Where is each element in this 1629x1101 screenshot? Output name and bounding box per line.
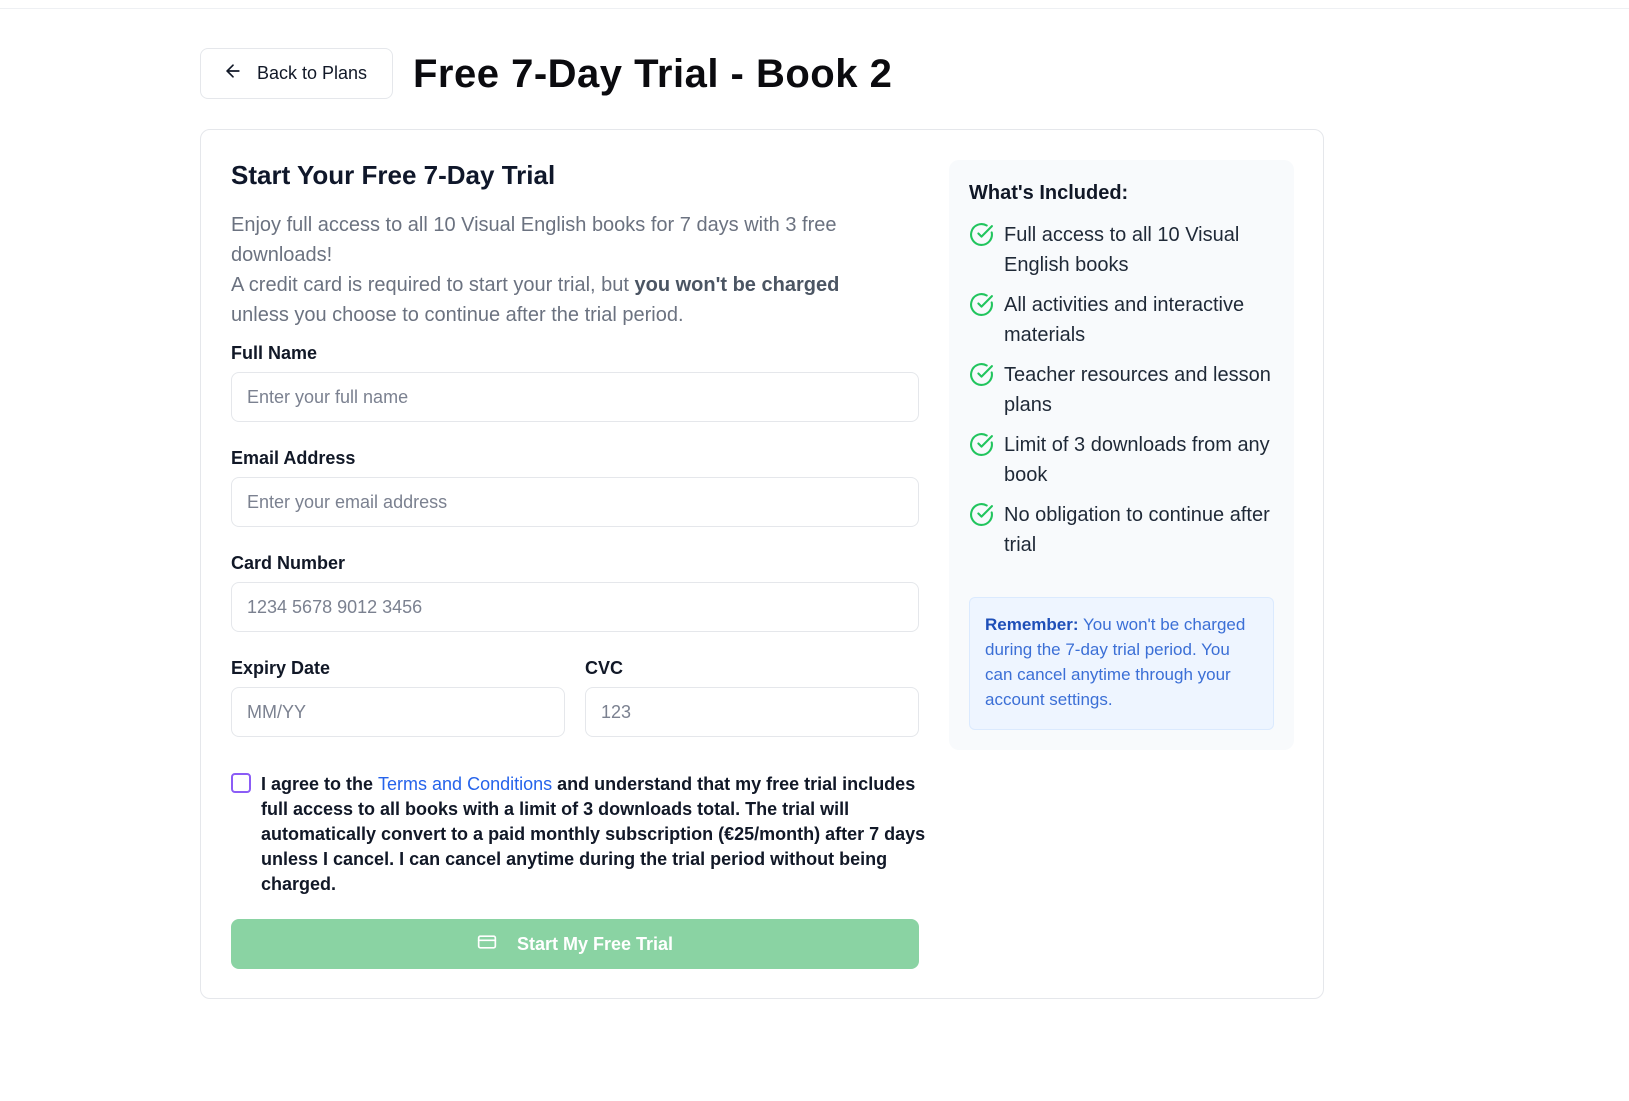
feature-text: All activities and interactive materials bbox=[1004, 294, 1245, 346]
check-circle-icon bbox=[969, 220, 994, 280]
full-name-input[interactable] bbox=[231, 372, 919, 422]
feature-item: All activities and interactive materials bbox=[969, 290, 1279, 350]
expiry-input[interactable] bbox=[231, 687, 565, 737]
card-number-input[interactable] bbox=[231, 582, 919, 632]
credit-card-icon bbox=[477, 932, 497, 957]
terms-link[interactable]: Terms and Conditions bbox=[378, 774, 552, 794]
feature-list: Full access to all 10 Visual English boo… bbox=[969, 220, 1279, 570]
feature-text: Teacher resources and lesson plans bbox=[1004, 364, 1271, 416]
terms-checkbox[interactable] bbox=[231, 773, 251, 793]
feature-text: Limit of 3 downloads from any book bbox=[1004, 434, 1270, 486]
intro-text: Enjoy full access to all 10 Visual Engli… bbox=[231, 210, 901, 330]
feature-item: Teacher resources and lesson plans bbox=[969, 360, 1279, 420]
whats-included-title: What's Included: bbox=[969, 182, 1129, 204]
feature-item: Limit of 3 downloads from any book bbox=[969, 430, 1279, 490]
card-number-label: Card Number bbox=[231, 553, 346, 573]
check-circle-icon bbox=[969, 430, 994, 490]
feature-text: No obligation to continue after trial bbox=[1004, 504, 1270, 556]
email-label: Email Address bbox=[231, 448, 356, 468]
intro-bold-text: you won't be charged bbox=[634, 274, 840, 296]
feature-item: Full access to all 10 Visual English boo… bbox=[969, 220, 1279, 280]
trial-card: Start Your Free 7-Day Trial Enjoy full a… bbox=[200, 129, 1324, 999]
top-divider bbox=[0, 8, 1629, 9]
cvc-label: CVC bbox=[585, 658, 624, 678]
check-circle-icon bbox=[969, 290, 994, 350]
full-name-label: Full Name bbox=[231, 343, 318, 363]
arrow-left-icon bbox=[223, 61, 243, 86]
page-title: Free 7-Day Trial - Book 2 bbox=[413, 51, 893, 96]
check-circle-icon bbox=[969, 500, 994, 560]
email-input[interactable] bbox=[231, 477, 919, 527]
check-circle-icon bbox=[969, 360, 994, 420]
terms-agreement-text: I agree to the Terms and Conditions and … bbox=[261, 774, 926, 894]
whats-included-panel: What's Included: Full access to all 10 V… bbox=[949, 160, 1294, 750]
back-to-plans-button[interactable]: Back to Plans bbox=[200, 48, 393, 99]
intro-line-2: A credit card is required to start your … bbox=[231, 274, 840, 326]
back-to-plans-label: Back to Plans bbox=[257, 63, 368, 83]
remember-label: Remember: bbox=[985, 615, 1079, 634]
expiry-label: Expiry Date bbox=[231, 658, 331, 678]
start-trial-button[interactable]: Start My Free Trial bbox=[231, 919, 919, 969]
feature-item: No obligation to continue after trial bbox=[969, 500, 1279, 560]
start-trial-label: Start My Free Trial bbox=[516, 933, 674, 954]
cvc-input[interactable] bbox=[585, 687, 919, 737]
remember-note: Remember: You won't be charged during th… bbox=[969, 597, 1274, 730]
intro-line-1: Enjoy full access to all 10 Visual Engli… bbox=[231, 214, 837, 266]
feature-text: Full access to all 10 Visual English boo… bbox=[1004, 224, 1240, 276]
form-title: Start Your Free 7-Day Trial bbox=[231, 160, 556, 190]
